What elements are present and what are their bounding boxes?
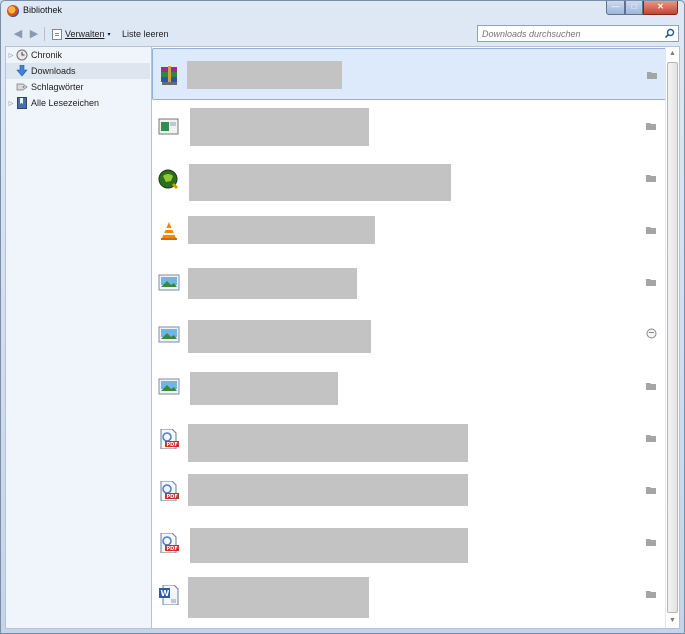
back-arrow-icon[interactable]: ◀	[12, 28, 24, 40]
open-folder-icon[interactable]	[646, 486, 656, 494]
svg-text:PDF: PDF	[167, 494, 178, 500]
library-window: Bibliothek — □ ✕ ◀ ▶ Verwalten ▾ Liste l…	[0, 0, 685, 634]
sidebar-item-label: Chronik	[31, 50, 63, 60]
redacted-filename	[189, 164, 451, 201]
tag-icon	[16, 83, 28, 91]
download-row[interactable]	[152, 204, 667, 256]
application-window-icon	[158, 118, 179, 135]
scroll-up-arrow-icon[interactable]: ▲	[666, 47, 679, 61]
image-file-icon	[158, 378, 180, 395]
forward-arrow-icon[interactable]: ▶	[28, 28, 40, 40]
download-row[interactable]: PDF	[152, 412, 667, 464]
redacted-filename	[188, 424, 468, 462]
toolbar-separator	[44, 27, 45, 41]
expand-triangle-icon[interactable]: ▷	[6, 52, 16, 59]
redacted-filename	[187, 61, 342, 89]
toolbar: ◀ ▶ Verwalten ▾ Liste leeren	[5, 22, 680, 46]
scroll-down-arrow-icon[interactable]: ▼	[666, 614, 679, 628]
redacted-filename	[188, 577, 369, 618]
green-globe-app-icon	[158, 169, 179, 189]
redacted-filename	[188, 474, 468, 506]
sidebar-item-label: Schlagwörter	[31, 82, 84, 92]
download-row[interactable]	[152, 48, 667, 100]
download-row[interactable]	[152, 100, 667, 152]
open-folder-icon[interactable]	[647, 71, 657, 79]
clear-list-button[interactable]: Liste leeren	[122, 29, 169, 39]
image-file-icon	[158, 326, 180, 343]
open-folder-icon[interactable]	[646, 538, 656, 546]
sidebar-item-schlagwoerter[interactable]: Schlagwörter	[6, 79, 150, 95]
open-folder-icon[interactable]	[646, 122, 656, 130]
redacted-filename	[190, 528, 468, 563]
word-document-icon: W	[159, 585, 179, 605]
vertical-scrollbar[interactable]: ▲ ▼	[665, 47, 679, 628]
download-row[interactable]: W	[152, 568, 667, 620]
open-folder-icon[interactable]	[646, 278, 656, 286]
open-folder-icon[interactable]	[646, 434, 656, 442]
organize-document-icon	[52, 28, 62, 40]
close-button[interactable]: ✕	[643, 1, 678, 15]
expand-triangle-icon[interactable]: ▷	[6, 100, 16, 107]
pdf-file-icon: PDF	[160, 533, 179, 553]
sidebar-item-label: Alle Lesezeichen	[31, 98, 100, 108]
winrar-archive-icon	[161, 66, 177, 85]
download-row[interactable]	[152, 152, 667, 204]
open-folder-icon[interactable]	[646, 226, 656, 234]
redacted-filename	[188, 268, 357, 299]
svg-text:PDF: PDF	[167, 442, 178, 448]
vlc-cone-icon	[161, 222, 177, 240]
status-bar	[5, 629, 680, 633]
svg-text:PDF: PDF	[167, 546, 178, 552]
download-row[interactable]: PDF	[152, 516, 667, 568]
sidebar-item-alle-lesezeichen[interactable]: ▷ Alle Lesezeichen	[6, 95, 150, 111]
bookmarks-icon	[17, 97, 27, 109]
window-title: Bibliothek	[23, 5, 63, 15]
firefox-app-icon	[7, 5, 19, 17]
search-icon[interactable]	[664, 28, 675, 39]
open-folder-icon[interactable]	[646, 590, 656, 598]
pdf-file-icon: PDF	[160, 429, 179, 449]
open-folder-icon[interactable]	[646, 382, 656, 390]
search-input[interactable]	[478, 26, 662, 41]
sidebar: ▷ Chronik Downloads Schlagwörter ▷ Alle …	[5, 46, 151, 629]
sidebar-item-chronik[interactable]: ▷ Chronik	[6, 47, 150, 63]
svg-text:W: W	[161, 589, 170, 598]
redacted-filename	[188, 320, 371, 353]
download-row[interactable]	[152, 256, 667, 308]
organize-menu-button[interactable]: Verwalten ▾	[52, 27, 111, 41]
redacted-filename	[190, 108, 369, 146]
minimize-button[interactable]: —	[606, 1, 625, 15]
download-arrow-icon	[16, 65, 28, 77]
download-row[interactable]	[152, 360, 667, 412]
title-bar[interactable]: Bibliothek — □ ✕	[1, 1, 684, 21]
open-folder-icon[interactable]	[646, 174, 656, 182]
redacted-filename	[188, 216, 375, 244]
redacted-filename	[190, 372, 338, 405]
sidebar-item-label: Downloads	[31, 66, 76, 76]
organize-label: Verwalten	[65, 29, 105, 39]
download-row[interactable]	[152, 308, 667, 360]
download-row[interactable]: PDF	[152, 464, 667, 516]
search-box	[477, 25, 679, 42]
image-file-icon	[158, 274, 180, 291]
maximize-button[interactable]: □	[625, 1, 643, 15]
sidebar-item-downloads[interactable]: Downloads	[6, 63, 150, 79]
clock-icon	[16, 49, 28, 61]
chevron-down-icon: ▾	[107, 31, 111, 38]
scrollbar-thumb[interactable]	[667, 62, 678, 613]
retry-icon[interactable]	[646, 328, 657, 339]
downloads-list: PDF PDF PDF W	[151, 46, 680, 629]
pdf-file-icon: PDF	[160, 481, 179, 501]
